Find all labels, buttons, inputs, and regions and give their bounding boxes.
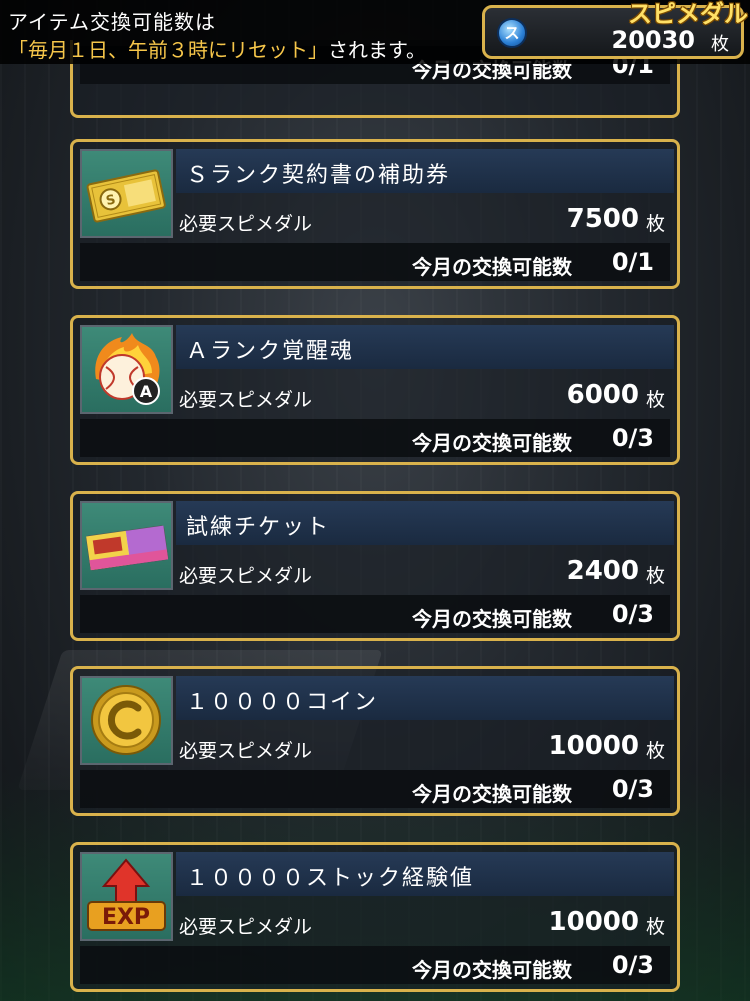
limit-value: 0/3 (611, 600, 654, 628)
reset-notice-highlight: 「毎月１日、午前３時にリセット」 (8, 38, 328, 62)
awakening-ball-icon: A (80, 325, 173, 414)
item-name-bar: 試練チケット (176, 501, 674, 545)
exchange-item[interactable]: 試練チケット 必要スピメダル 2400 枚 今月の交換可能数 0/3 (70, 491, 680, 641)
cost-label: 必要スピメダル (179, 916, 313, 938)
cost-unit: 枚 (645, 916, 665, 938)
svg-text:EXP: EXP (102, 905, 150, 930)
cost-label: 必要スピメダル (179, 389, 313, 411)
limit-value: 0/3 (611, 951, 654, 979)
exchange-item[interactable]: １００００コイン 必要スピメダル 10000 枚 今月の交換可能数 0/3 (70, 666, 680, 816)
cost-value: 7500 (566, 204, 639, 234)
limit-label: 今月の交換可能数 (412, 782, 572, 806)
limit-label: 今月の交換可能数 (412, 607, 572, 631)
reset-notice-rest: されます。 (328, 38, 426, 62)
limit-row: 今月の交換可能数 0/3 (80, 595, 670, 633)
item-name-bar: Ｓランク契約書の補助券 (176, 149, 674, 193)
cost-label: 必要スピメダル (179, 740, 313, 762)
item-name: 試練チケット (186, 515, 331, 540)
ticket-icon: S (80, 149, 173, 238)
item-name: Ａランク覚醒魂 (186, 339, 355, 364)
item-name: Ｓランク契約書の補助券 (186, 163, 451, 188)
cost-label: 必要スピメダル (179, 213, 313, 235)
cost-unit: 枚 (645, 389, 665, 411)
limit-row: 今月の交換可能数 0/3 (80, 419, 670, 457)
limit-row: 今月の交換可能数 0/3 (80, 770, 670, 808)
limit-value: 0/3 (611, 775, 654, 803)
medal-unit: 枚 (711, 34, 729, 55)
item-name-bar: Ａランク覚醒魂 (176, 325, 674, 369)
limit-value: 0/1 (611, 248, 654, 276)
cost-unit: 枚 (645, 740, 665, 762)
cost-value: 2400 (566, 556, 639, 586)
limit-label: 今月の交換可能数 (412, 431, 572, 455)
cost-unit: 枚 (645, 213, 665, 235)
svg-text:A: A (140, 382, 153, 401)
reset-notice-line1: アイテム交換可能数は (8, 10, 216, 34)
reset-notice-line2: 「毎月１日、午前３時にリセット」されます。 (8, 34, 426, 63)
limit-row: 今月の交換可能数 0/3 (80, 946, 670, 984)
cost-value: 10000 (548, 731, 639, 761)
cost-unit: 枚 (645, 565, 665, 587)
exchange-item[interactable]: A Ａランク覚醒魂 必要スピメダル 6000 枚 今月の交換可能数 0/3 (70, 315, 680, 465)
limit-label: 今月の交換可能数 (412, 255, 572, 279)
cost-label: 必要スピメダル (179, 565, 313, 587)
limit-row: 今月の交換可能数 0/1 (80, 243, 670, 281)
exchange-item[interactable]: EXP １００００ストック経験値 必要スピメダル 10000 枚 今月の交換可能… (70, 842, 680, 992)
limit-label: 今月の交換可能数 (412, 958, 572, 982)
item-name-bar: １００００コイン (176, 676, 674, 720)
exchange-item[interactable]: S Ｓランク契約書の補助券 必要スピメダル 7500 枚 今月の交換可能数 0/… (70, 139, 680, 289)
header-bar: アイテム交換可能数は 「毎月１日、午前３時にリセット」されます。 ス 20030… (0, 0, 750, 64)
trial-ticket-icon (80, 501, 173, 590)
cost-value: 6000 (566, 380, 639, 410)
coin-icon (80, 676, 173, 765)
item-name-bar: １００００ストック経験値 (176, 852, 674, 896)
medal-count: 20030 (611, 26, 696, 54)
item-name: １００００コイン (186, 690, 379, 715)
item-name: １００００ストック経験値 (186, 866, 475, 891)
exp-icon: EXP (80, 852, 173, 941)
medal-title: スピメダル (628, 0, 748, 28)
cost-value: 10000 (548, 907, 639, 937)
limit-value: 0/3 (611, 424, 654, 452)
spi-medal-icon: ス (497, 18, 527, 48)
